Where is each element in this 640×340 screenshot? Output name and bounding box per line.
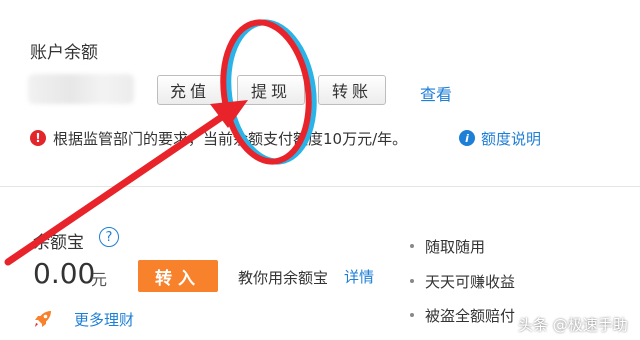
yuebao-unit: 元: [91, 270, 108, 289]
bullet-dot: [410, 279, 414, 283]
transfer-button[interactable]: 转账: [318, 75, 386, 105]
section-divider: [0, 186, 640, 187]
transfer-in-button[interactable]: 转入: [138, 260, 218, 292]
rocket-icon: [35, 311, 51, 327]
bullet-dot: [410, 244, 414, 248]
quota-explanation-link[interactable]: 额度说明: [481, 128, 541, 149]
account-balance-title: 账户余额: [30, 43, 98, 63]
details-link[interactable]: 详情: [344, 266, 374, 287]
feature-item: 随取随用: [425, 238, 486, 256]
alert-icon: !: [30, 130, 46, 146]
feature-item: 天天可赚收益: [425, 273, 516, 291]
yuebao-amount: 0.00: [33, 257, 96, 290]
bullet-dot: [410, 313, 414, 317]
limit-notice-text: 根据监管部门的要求，当前余额支付额度10万元/年。: [53, 130, 408, 148]
help-icon[interactable]: ?: [99, 227, 119, 247]
watermark: 头条 @极速手助: [518, 316, 628, 334]
charge-button[interactable]: 充值: [157, 75, 223, 105]
feature-item: 被盗全额赔付: [425, 307, 516, 325]
view-link[interactable]: 查看: [420, 81, 452, 105]
yuebao-title: 余额宝: [33, 233, 84, 253]
info-icon[interactable]: i: [459, 130, 475, 146]
blurred-balance-amount: [28, 74, 134, 104]
tutorial-text: 教你用余额宝: [238, 269, 329, 287]
withdraw-button[interactable]: 提现: [237, 75, 305, 105]
more-finance-link[interactable]: 更多理财: [74, 309, 134, 330]
